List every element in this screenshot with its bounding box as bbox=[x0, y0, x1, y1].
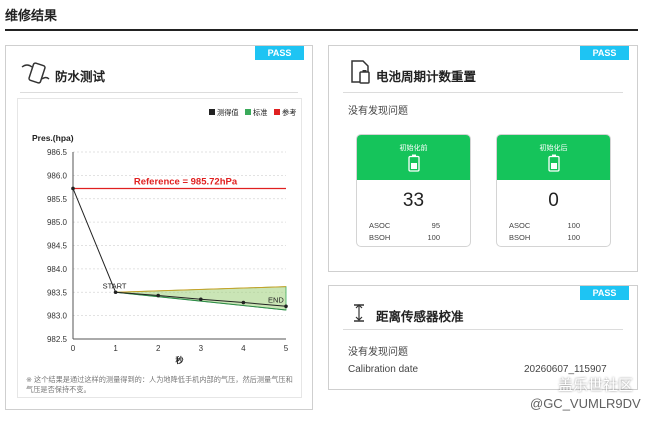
legend-swatch bbox=[209, 109, 215, 115]
asoc-label: ASOC bbox=[509, 221, 531, 230]
asoc-value: 100 bbox=[567, 221, 580, 230]
reference-label: Reference = 985.72hPa bbox=[134, 176, 238, 187]
card-divider bbox=[20, 92, 298, 93]
battery-after-value: 0 bbox=[548, 190, 559, 211]
legend-label: 测得值 bbox=[217, 108, 239, 117]
bsoh-value: 100 bbox=[567, 233, 580, 242]
battery-icon bbox=[408, 154, 420, 172]
page-title: 维修结果 bbox=[5, 8, 58, 23]
calibration-label: Calibration date bbox=[348, 364, 419, 375]
y-tick-label: 985.5 bbox=[47, 195, 68, 204]
battery-after-card: 初始化后 0 ASOC 100 BSOH 100 bbox=[496, 134, 611, 247]
y-tick-label: 986.0 bbox=[47, 171, 68, 180]
proximity-status: 没有发现问题 bbox=[348, 347, 408, 358]
battery-before-value: 33 bbox=[402, 190, 425, 211]
legend-label: 标准 bbox=[253, 108, 267, 117]
y-tick-label: 986.5 bbox=[47, 148, 68, 157]
asoc-value: 95 bbox=[431, 221, 440, 230]
x-tick-label: 3 bbox=[199, 344, 204, 353]
battery-document-icon bbox=[351, 60, 370, 84]
bsoh-value: 100 bbox=[427, 233, 440, 242]
asoc-label: ASOC bbox=[369, 221, 391, 230]
card-divider bbox=[343, 92, 623, 93]
pass-badge: PASS bbox=[580, 46, 629, 60]
pass-badge: PASS bbox=[255, 46, 304, 60]
x-tick-label: 0 bbox=[71, 344, 76, 353]
measured-point bbox=[156, 293, 160, 298]
battery-status: 没有发现问题 bbox=[348, 106, 408, 117]
pressure-chart-frame: 982.5 983.0 983.5 984.0 984.5 985.0 985.5 986.0… bbox=[17, 98, 302, 398]
battery-title: 电池周期计数重置 bbox=[376, 70, 477, 84]
y-tick-label: 982.5 bbox=[47, 335, 68, 344]
battery-card: PASS 电池周期计数重置 没有发现问题 初始化前 33 ASOC 95 BSOH… bbox=[328, 45, 638, 272]
legend-swatch bbox=[245, 109, 251, 115]
watermark-brand: 盖乐世社区 bbox=[558, 377, 634, 394]
legend-swatch bbox=[274, 109, 280, 115]
battery-before-card: 初始化前 33 ASOC 95 BSOH 100 bbox=[356, 134, 471, 247]
phone-water-icon bbox=[21, 62, 50, 84]
battery-icon bbox=[548, 154, 560, 172]
waterproof-card: PASS 防水测试 982.5 983.0 983.5 984.0 984.5 985.0… bbox=[5, 45, 313, 410]
watermark-handle: @GC_VUMLR9DV bbox=[530, 396, 641, 411]
x-tick-label: 2 bbox=[156, 344, 161, 353]
waterproof-note: ※ 这个结果是通过这样的测量得到的：人为地降低手机内部的气压，然后测量气压和气压… bbox=[26, 375, 293, 394]
title-divider bbox=[301, 29, 638, 31]
start-annotation: START bbox=[103, 281, 127, 290]
legend-label: 参考 bbox=[282, 108, 296, 117]
x-tick-label: 4 bbox=[241, 344, 246, 353]
measured-point bbox=[113, 290, 118, 295]
bsoh-label: BSOH bbox=[509, 233, 531, 242]
measured-point bbox=[241, 300, 246, 305]
card-divider bbox=[343, 329, 623, 330]
proximity-title: 距离传感器校准 bbox=[376, 310, 464, 324]
x-axis-label: 秒 bbox=[176, 355, 184, 365]
measured-point bbox=[199, 297, 203, 302]
title-divider bbox=[5, 29, 301, 31]
battery-before-label: 初始化前 bbox=[399, 145, 428, 152]
bsoh-label: BSOH bbox=[369, 233, 391, 242]
measured-point bbox=[71, 186, 75, 191]
y-tick-label: 983.5 bbox=[47, 288, 68, 297]
end-annotation: END bbox=[268, 295, 284, 304]
battery-after-label: 初始化后 bbox=[539, 145, 568, 152]
y-axis-label: Pres.(hpa) bbox=[32, 133, 74, 143]
y-tick-label: 984.5 bbox=[47, 242, 68, 251]
y-tick-label: 983.0 bbox=[47, 312, 68, 321]
y-tick-label: 985.0 bbox=[47, 218, 68, 227]
pressure-chart: 982.5 983.0 983.5 984.0 984.5 985.0 985.5 986.0… bbox=[32, 108, 296, 365]
y-tick-label: 984.0 bbox=[47, 265, 68, 274]
waterproof-title: 防水测试 bbox=[55, 70, 106, 84]
distance-sensor-icon bbox=[354, 304, 364, 322]
x-tick-label: 5 bbox=[284, 344, 289, 353]
measured-point bbox=[284, 304, 288, 309]
pass-badge: PASS bbox=[580, 286, 629, 300]
x-tick-label: 1 bbox=[113, 344, 118, 353]
